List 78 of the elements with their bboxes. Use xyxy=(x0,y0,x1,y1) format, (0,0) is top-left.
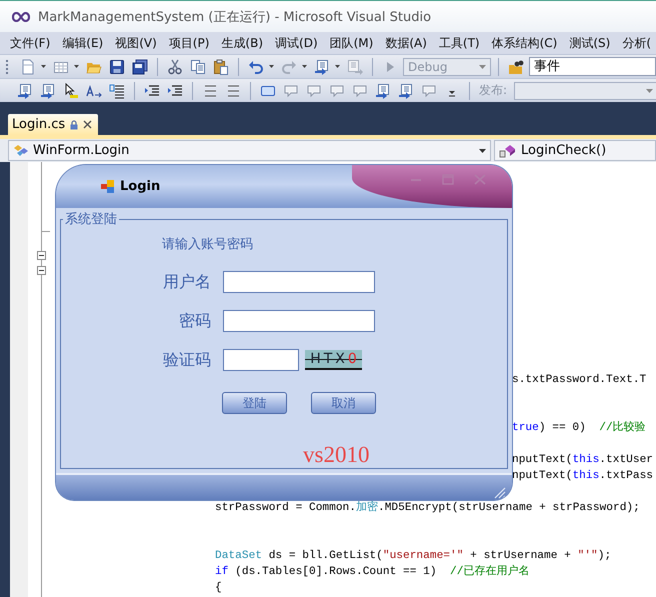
document-arrow-icon[interactable] xyxy=(375,82,391,98)
find-field[interactable]: 事件 xyxy=(529,57,656,76)
dropdown-caret-icon[interactable] xyxy=(302,65,307,68)
field-label: 密码 xyxy=(178,310,211,332)
new-document-icon[interactable] xyxy=(20,58,36,74)
speech-bubble-icon[interactable] xyxy=(329,82,345,98)
lines-icon[interactable] xyxy=(225,82,241,98)
code-line: DataSet ds = bll.GetList("username='" + strUsername + "'"); xyxy=(215,550,612,562)
input-field[interactable] xyxy=(223,271,375,293)
list-icon[interactable] xyxy=(109,82,125,98)
save-icon[interactable] xyxy=(109,58,125,74)
resize-grip-icon[interactable] xyxy=(492,485,506,499)
menu-item[interactable]: 编辑(E) xyxy=(56,34,110,52)
cut-icon[interactable] xyxy=(167,58,183,74)
code-line: nputText(this.txtPass xyxy=(512,470,654,482)
menu-item[interactable]: 团队(M) xyxy=(324,34,380,52)
dropdown-caret-icon xyxy=(479,64,486,68)
windows-logo-icon xyxy=(100,179,116,194)
menu-item[interactable]: 调试(D) xyxy=(269,34,324,52)
dropdown-caret-icon xyxy=(646,88,654,92)
folder-binoculars-icon[interactable] xyxy=(508,58,524,74)
cursor-icon[interactable] xyxy=(63,82,79,98)
indent-icon[interactable] xyxy=(144,82,160,98)
toolbar-grip-icon[interactable] xyxy=(6,58,9,74)
speech-bubble-icon[interactable] xyxy=(421,82,437,98)
document-tab[interactable]: Login.cs xyxy=(8,114,98,135)
dropdown-caret-icon xyxy=(479,148,486,152)
paste-icon[interactable] xyxy=(213,58,229,74)
collapse-icon[interactable] xyxy=(36,266,46,275)
speech-bubble-icon[interactable] xyxy=(283,82,299,98)
member-dropdown[interactable]: LoginCheck() xyxy=(494,140,656,161)
dropdown-caret-icon[interactable] xyxy=(41,65,46,68)
document-arrow-icon[interactable] xyxy=(17,82,33,98)
document-arrow-icon[interactable] xyxy=(40,82,56,98)
dialog-title: Login xyxy=(120,179,160,194)
publish-label: 发布: xyxy=(479,82,508,99)
infinity-logo-icon xyxy=(12,12,30,22)
method-icon xyxy=(499,144,517,158)
speech-bubble-icon[interactable] xyxy=(352,82,368,98)
undo-icon[interactable] xyxy=(248,58,264,74)
menu-item[interactable]: 测试(S) xyxy=(563,34,616,52)
code-line: { xyxy=(215,582,222,594)
input-field[interactable] xyxy=(223,310,375,332)
copy-icon[interactable] xyxy=(190,58,206,74)
text-icon[interactable] xyxy=(86,82,102,98)
menu-item[interactable]: 工具(T) xyxy=(432,34,486,52)
menu-item[interactable]: 视图(V) xyxy=(109,34,163,52)
window-title: MarkManagementSystem (正在运行) - Microsoft Visual Studio xyxy=(38,8,432,26)
menu-item[interactable]: 数据(A) xyxy=(379,34,433,52)
group-title: 系统登陆 xyxy=(64,211,118,228)
menu-item[interactable]: 生成(B) xyxy=(215,34,270,52)
document-arrow-icon[interactable] xyxy=(314,58,330,74)
field-label: 验证码 xyxy=(162,350,211,370)
code-line: if (ds.Tables[0].Rows.Count == 1) //已存在用户名 xyxy=(215,566,530,578)
code-line: strPassword = Common.加密.MD5Encrypt(strUsername + strPassword); xyxy=(215,502,640,514)
type-dropdown[interactable]: WinForm.Login xyxy=(8,140,491,161)
field-label: 用户名 xyxy=(162,272,211,292)
collapse-icon[interactable] xyxy=(36,251,46,260)
menu-item[interactable]: 分析( xyxy=(616,34,656,52)
menu-item[interactable]: 体系结构(C) xyxy=(486,34,564,52)
save-all-icon[interactable] xyxy=(132,58,148,74)
menu-item[interactable]: 项目(P) xyxy=(162,34,216,52)
speech-bubble-icon[interactable] xyxy=(306,82,322,98)
lines-icon[interactable] xyxy=(202,82,218,98)
outdent-icon[interactable] xyxy=(167,82,183,98)
version-text: vs2010 xyxy=(303,442,370,468)
class-icon xyxy=(13,144,29,158)
captcha-field[interactable] xyxy=(223,349,299,371)
dropdown-caret-icon[interactable] xyxy=(335,65,340,68)
document-arrow-icon[interactable] xyxy=(398,82,414,98)
menu-item[interactable]: 文件(F) xyxy=(4,34,56,52)
code-line: nputText(this.txtUser xyxy=(512,454,654,466)
dropdown-caret-icon[interactable] xyxy=(74,65,79,68)
close-icon[interactable] xyxy=(83,120,92,129)
prompt-text: 请输入账号密码 xyxy=(161,236,254,254)
dropdown-caret-icon[interactable] xyxy=(269,65,274,68)
code-line: s.txtPassword.Text.T xyxy=(512,374,646,386)
code-line: true) == 0) //比较验 xyxy=(512,422,646,434)
